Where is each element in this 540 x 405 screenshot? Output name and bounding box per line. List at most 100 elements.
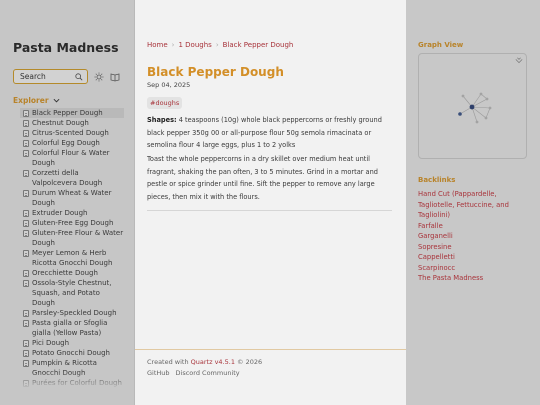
search-placeholder: Search bbox=[20, 72, 46, 81]
github-link[interactable]: GitHub bbox=[147, 368, 170, 379]
quartz-link[interactable]: Quartz v4.5.1 bbox=[191, 358, 235, 366]
search-row: Search bbox=[13, 69, 120, 84]
explorer-item-label: Colorful Flour & Water Dough bbox=[32, 149, 110, 167]
search-input[interactable]: Search bbox=[13, 69, 88, 84]
explorer-item[interactable]: Orecchiette Dough bbox=[20, 268, 124, 278]
file-icon bbox=[23, 109, 29, 117]
file-icon bbox=[23, 349, 29, 357]
graph-node bbox=[484, 116, 488, 120]
graph-view-label: Graph View bbox=[418, 41, 464, 49]
explorer-toggle[interactable]: Explorer bbox=[13, 96, 60, 105]
graph-node bbox=[485, 97, 489, 101]
explorer-item[interactable]: Parsley-Speckled Dough bbox=[20, 308, 124, 318]
footer-created-suffix: © 2026 bbox=[234, 358, 263, 366]
graph-node bbox=[488, 106, 492, 110]
publish-date: Sep 04, 2025 bbox=[147, 81, 191, 89]
explorer-item-label: Orecchiette Dough bbox=[32, 269, 98, 277]
backlink-item[interactable]: Cappelletti bbox=[418, 252, 528, 263]
file-icon bbox=[23, 229, 29, 237]
explorer-item[interactable]: Ossola-Style Chestnut, Squash, and Potat… bbox=[20, 278, 124, 308]
explorer-item-label: Extruder Dough bbox=[32, 209, 88, 217]
breadcrumb: Home › 1 Doughs › Black Pepper Dough bbox=[147, 41, 293, 49]
explorer-item-label: Meyer Lemon & Herb Ricotta Gnocchi Dough bbox=[32, 249, 113, 267]
graph-node bbox=[475, 120, 479, 124]
explorer-label: Explorer bbox=[13, 96, 49, 105]
footer-links: GitHub Discord Community bbox=[147, 368, 262, 379]
file-icon bbox=[23, 169, 29, 177]
explorer-item-label: Parsley-Speckled Dough bbox=[32, 309, 117, 317]
explorer-item[interactable]: Chestnut Dough bbox=[20, 118, 124, 128]
graph-node-current bbox=[469, 104, 475, 110]
backlink-item[interactable]: Garganelli bbox=[418, 231, 528, 242]
breadcrumb-item[interactable]: Black Pepper Dough bbox=[223, 41, 294, 49]
graph-node bbox=[479, 92, 483, 96]
shapes-text: 4 teaspoons (10g) whole black peppercorn… bbox=[147, 116, 382, 149]
file-icon bbox=[23, 279, 29, 287]
explorer-item-label: Chestnut Dough bbox=[32, 119, 89, 127]
explorer-item[interactable]: Citrus-Scented Dough bbox=[20, 128, 124, 138]
file-icon bbox=[23, 149, 29, 157]
file-icon bbox=[23, 119, 29, 127]
explorer-item[interactable]: Gluten-Free Flour & Water Dough bbox=[20, 228, 124, 248]
site-title[interactable]: Pasta Madness bbox=[13, 40, 119, 55]
graph-view[interactable] bbox=[418, 53, 527, 159]
explorer-item-label: Potato Gnocchi Dough bbox=[32, 349, 110, 357]
backlink-item[interactable]: Farfalle bbox=[418, 221, 528, 232]
explorer-item[interactable]: Corzetti della Valpolcevera Dough bbox=[20, 168, 124, 188]
explorer-item[interactable]: Colorful Egg Dough bbox=[20, 138, 124, 148]
graph-node bbox=[461, 94, 465, 98]
backlink-item[interactable]: Scarpinocc bbox=[418, 263, 528, 274]
content-divider bbox=[147, 210, 392, 211]
file-icon bbox=[23, 189, 29, 197]
file-icon bbox=[23, 129, 29, 137]
graph-node-linked bbox=[458, 112, 462, 116]
right-sidebar: Graph View Backlinks Hand Cut (Pappardel… bbox=[406, 0, 540, 405]
explorer-item[interactable]: Meyer Lemon & Herb Ricotta Gnocchi Dough bbox=[20, 248, 124, 268]
main-content: Home › 1 Doughs › Black Pepper Dough Black P… bbox=[135, 0, 406, 405]
dark-mode-toggle-icon[interactable] bbox=[94, 72, 104, 82]
breadcrumb-separator: › bbox=[215, 41, 219, 49]
page-title: Black Pepper Dough bbox=[147, 65, 284, 79]
tag-doughs[interactable]: #doughs bbox=[147, 97, 183, 109]
explorer-item[interactable]: Pici Dough bbox=[20, 338, 124, 348]
chevron-down-icon bbox=[53, 98, 60, 103]
discord-link[interactable]: Discord Community bbox=[176, 368, 240, 379]
footer-divider bbox=[135, 349, 406, 350]
reader-mode-icon[interactable] bbox=[110, 72, 120, 82]
file-icon bbox=[23, 209, 29, 217]
explorer-file-list: Black Pepper Dough Chestnut Dough Citrus-S… bbox=[20, 108, 124, 390]
breadcrumb-item[interactable]: Home bbox=[147, 41, 168, 49]
footer-credit: Created with Quartz v4.5.1 © 2026 bbox=[147, 357, 262, 368]
graph-canvas[interactable] bbox=[419, 54, 528, 160]
file-icon bbox=[23, 319, 29, 327]
explorer-item-label: Ossola-Style Chestnut, Squash, and Potat… bbox=[32, 279, 112, 307]
footer-created-prefix: Created with bbox=[147, 358, 191, 366]
explorer-item[interactable]: Gluten-Free Egg Dough bbox=[20, 218, 124, 228]
explorer-item[interactable]: Extruder Dough bbox=[20, 208, 124, 218]
file-icon bbox=[23, 249, 29, 257]
body-paragraph: Toast the whole peppercorns in a dry ski… bbox=[147, 155, 378, 201]
explorer-item-label: Gluten-Free Egg Dough bbox=[32, 219, 114, 227]
backlinks-label: Backlinks bbox=[418, 176, 456, 184]
explorer-item[interactable]: Potato Gnocchi Dough bbox=[20, 348, 124, 358]
explorer-item[interactable]: Pasta gialla or Sfoglia gialla (Yellow P… bbox=[20, 318, 124, 338]
file-icon bbox=[23, 139, 29, 147]
shapes-paragraph: Shapes: 4 teaspoons (10g) whole black pe… bbox=[147, 114, 397, 152]
left-sidebar: Pasta Madness Search Explorer Black Pepp… bbox=[0, 0, 135, 405]
search-icon bbox=[75, 72, 83, 80]
breadcrumb-item[interactable]: 1 Doughs bbox=[178, 41, 211, 49]
file-icon bbox=[23, 269, 29, 277]
explorer-item[interactable]: Black Pepper Dough bbox=[20, 108, 124, 118]
explorer-item[interactable]: Durum Wheat & Water Dough bbox=[20, 188, 124, 208]
list-fade bbox=[20, 372, 124, 390]
explorer-item-label: Durum Wheat & Water Dough bbox=[32, 189, 112, 207]
backlink-item[interactable]: The Pasta Madness bbox=[418, 273, 528, 284]
backlink-item[interactable]: Sopresine bbox=[418, 242, 528, 253]
explorer-item-label: Pici Dough bbox=[32, 339, 70, 347]
backlinks-list: Hand Cut (Pappardelle, Tagliotelle, Fett… bbox=[418, 189, 528, 284]
explorer-item[interactable]: Colorful Flour & Water Dough bbox=[20, 148, 124, 168]
shapes-label: Shapes: bbox=[147, 116, 177, 124]
explorer-item-label: Colorful Egg Dough bbox=[32, 139, 100, 147]
breadcrumb-separator: › bbox=[171, 41, 175, 49]
backlink-item[interactable]: Hand Cut (Pappardelle, Tagliotelle, Fett… bbox=[418, 189, 528, 221]
